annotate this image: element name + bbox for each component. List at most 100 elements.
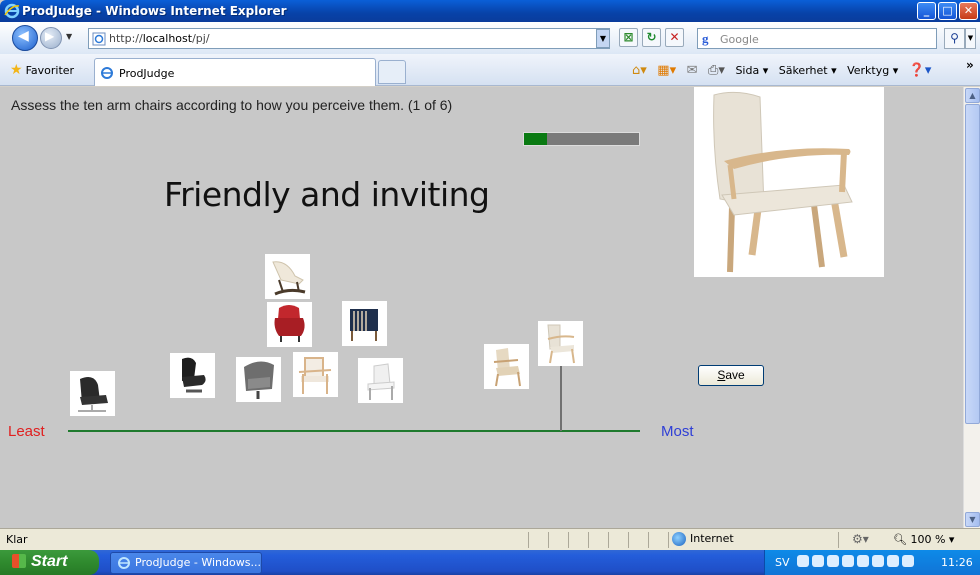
status-divider: [668, 532, 669, 548]
save-button[interactable]: Save: [698, 365, 764, 386]
compatibility-view-button[interactable]: ⊠: [619, 28, 638, 47]
vertical-scrollbar[interactable]: ▲ ▼: [963, 87, 980, 528]
chair-thumbnail-wood-frame[interactable]: [293, 352, 338, 397]
rating-scale-line: [68, 430, 640, 432]
red-wingback-image: [274, 305, 305, 342]
new-tab-button[interactable]: [378, 60, 406, 84]
tray-device-icon[interactable]: [872, 555, 884, 567]
criterion-heading: Friendly and inviting: [164, 175, 490, 214]
favorites-button[interactable]: ★ Favoriter: [10, 62, 74, 78]
page-content: Assess the ten arm chairs according to h…: [0, 87, 963, 528]
feeds-icon[interactable]: ▦▾: [657, 63, 676, 78]
home-icon[interactable]: ⌂▾: [632, 63, 647, 78]
address-field[interactable]: http://localhost/pj/: [88, 28, 610, 49]
recent-pages-dropdown-icon[interactable]: ▼: [66, 32, 72, 41]
taskbar-item-prodjudge[interactable]: ProdJudge - Windows...: [110, 552, 262, 574]
mail-icon[interactable]: ✉: [687, 63, 698, 78]
chair-thumbnail-black-swivel-lounge[interactable]: [70, 371, 115, 416]
clock[interactable]: 11:26: [941, 556, 973, 569]
maximize-button[interactable]: □: [938, 2, 957, 20]
page-menu[interactable]: Sida ▾: [735, 64, 768, 77]
windows-logo-icon: [12, 554, 26, 568]
grey-egg-chair-image: [244, 361, 274, 399]
tools-menu[interactable]: Verktyg ▾: [847, 64, 898, 77]
selected-beige-chair-image: [547, 324, 575, 364]
zoom-level: 100 %: [910, 533, 946, 546]
refresh-button[interactable]: ↻: [642, 28, 661, 47]
favorites-label: Favoriter: [25, 64, 75, 77]
progress-bar: [523, 132, 640, 146]
chair-thumbnail-navy-box[interactable]: [342, 301, 387, 346]
status-divider: [648, 532, 649, 548]
zoom-level-button[interactable]: 🔍︎ 100 % ▾: [893, 533, 954, 546]
tray-bluetooth-icon[interactable]: [857, 555, 869, 567]
security-zone[interactable]: Internet: [672, 532, 734, 546]
selected-chair-marker: [560, 366, 562, 431]
url-path: /pj/: [192, 32, 210, 45]
tab-prodjudge[interactable]: ProdJudge: [94, 58, 376, 86]
chair-thumbnail-red-wingback[interactable]: [267, 302, 312, 347]
more-commands-chevron-icon[interactable]: »: [966, 58, 974, 72]
selected-chair-preview: [694, 87, 884, 277]
navy-box-chair-image: [350, 309, 378, 341]
zoom-icon: 🔍︎: [893, 533, 907, 546]
tray-network-icon[interactable]: [827, 555, 839, 567]
black-recliner-image: [182, 357, 206, 393]
globe-icon: [672, 532, 686, 546]
back-button[interactable]: ◀: [12, 25, 38, 51]
status-divider: [528, 532, 529, 548]
status-divider: [608, 532, 609, 548]
address-toolbar: ◀ ▶ ▼ http://localhost/pj/ ▼ ⊠ ↻ ✕ g Goo…: [0, 22, 980, 54]
white-rocker-image: [272, 261, 306, 296]
instruction-text: Assess the ten arm chairs according to h…: [11, 97, 453, 113]
safety-menu[interactable]: Säkerhet ▾: [779, 64, 837, 77]
white-wood-chair-image: [367, 363, 395, 400]
address-dropdown-button[interactable]: ▼: [596, 29, 610, 48]
back-arrow-icon: ◀: [18, 28, 29, 44]
help-icon[interactable]: ❓▾: [909, 63, 932, 78]
status-bar: Klar Internet ⚙▾ 🔍︎ 100 % ▾: [0, 528, 980, 550]
search-icon[interactable]: ⚲: [944, 28, 965, 49]
system-tray: SV 11:26: [764, 550, 980, 575]
favorites-toolbar: ★ Favoriter ProdJudge ⌂▾ ▦▾ ✉ ⎙▾ Sida ▾ S…: [0, 54, 980, 86]
status-divider: [838, 532, 839, 548]
chair-thumbnail-white-rocker[interactable]: [265, 254, 310, 299]
tray-cloud-icon[interactable]: [812, 555, 824, 567]
scroll-thumb[interactable]: [965, 104, 980, 424]
chair-thumbnail-white-wood[interactable]: [358, 358, 403, 403]
search-options-dropdown[interactable]: ▼: [965, 28, 976, 49]
chair-thumbnail-selected-beige[interactable]: [538, 321, 583, 366]
scroll-up-icon[interactable]: ▲: [965, 88, 980, 103]
tray-back-icon[interactable]: [797, 555, 809, 567]
scroll-down-icon[interactable]: ▼: [965, 512, 980, 527]
command-bar: ⌂▾ ▦▾ ✉ ⎙▾ Sida ▾ Säkerhet ▾ Verktyg ▾ ❓…: [632, 63, 938, 78]
url-host: localhost: [142, 32, 193, 45]
scale-most-label: Most: [661, 423, 694, 440]
google-logo-icon: g: [702, 31, 709, 46]
tray-icons: [797, 555, 947, 569]
forward-button[interactable]: ▶: [40, 27, 62, 49]
language-indicator[interactable]: SV: [775, 556, 790, 569]
print-icon[interactable]: ⎙▾: [708, 63, 725, 78]
chair-thumbnail-grey-egg[interactable]: [236, 357, 281, 402]
status-divider: [588, 532, 589, 548]
close-button[interactable]: ✕: [959, 2, 978, 20]
protected-mode-icon[interactable]: ⚙▾: [852, 532, 869, 546]
internet-explorer-icon: [4, 3, 20, 19]
tray-display-icon[interactable]: [902, 555, 914, 567]
forward-arrow-icon: ▶: [45, 29, 55, 43]
search-field[interactable]: g Google: [697, 28, 937, 49]
chair-thumbnail-beige-wood[interactable]: [484, 344, 529, 389]
progress-fill: [524, 133, 547, 145]
start-label: Start: [31, 553, 68, 570]
start-button[interactable]: Start: [0, 550, 99, 575]
taskbar-item-label: ProdJudge - Windows...: [135, 556, 261, 569]
tray-security-icon[interactable]: [842, 555, 854, 567]
star-icon: ★: [10, 62, 23, 78]
status-divider: [568, 532, 569, 548]
tab-label: ProdJudge: [119, 67, 175, 80]
minimize-button[interactable]: _: [917, 2, 936, 20]
tray-update-icon[interactable]: [887, 555, 899, 567]
stop-button[interactable]: ✕: [665, 28, 684, 47]
chair-thumbnail-black-recliner[interactable]: [170, 353, 215, 398]
